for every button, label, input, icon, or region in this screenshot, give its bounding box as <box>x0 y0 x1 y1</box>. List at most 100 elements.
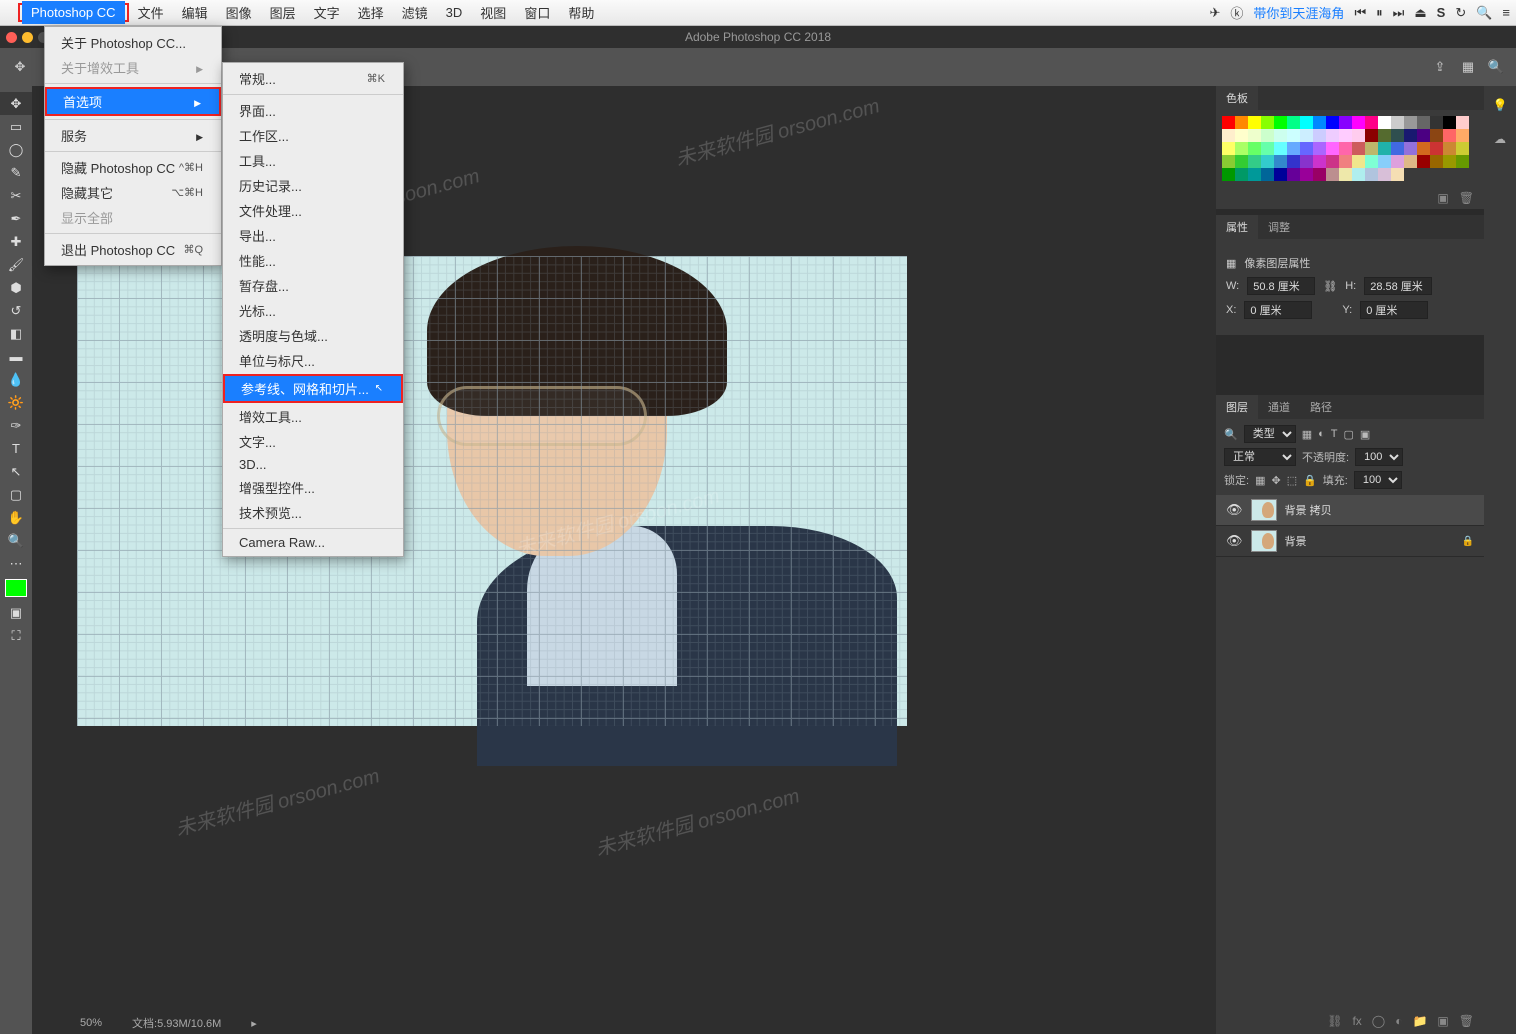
swatch[interactable] <box>1248 168 1261 181</box>
eraser-tool[interactable]: ◧ <box>0 322 32 345</box>
layer-row[interactable]: 👁 背景 🔒 <box>1216 526 1484 557</box>
swatch[interactable] <box>1430 155 1443 168</box>
eject-icon[interactable]: ⏏ <box>1414 5 1426 21</box>
pref-workspace-item[interactable]: 工作区... <box>223 123 403 148</box>
pref-transparency-item[interactable]: 透明度与色域... <box>223 323 403 348</box>
swatch[interactable] <box>1378 129 1391 142</box>
layer-row[interactable]: 👁 背景 拷贝 <box>1216 495 1484 526</box>
pref-performance-item[interactable]: 性能... <box>223 248 403 273</box>
swatch[interactable] <box>1274 116 1287 129</box>
swatch[interactable] <box>1300 116 1313 129</box>
swatch[interactable] <box>1339 116 1352 129</box>
menu-3d[interactable]: 3D <box>437 1 472 24</box>
workspace-icon[interactable]: ▦ <box>1458 57 1478 77</box>
swatch[interactable] <box>1248 129 1261 142</box>
swatches-tab[interactable]: 色板 <box>1216 86 1258 110</box>
swatch[interactable] <box>1222 168 1235 181</box>
swatch[interactable] <box>1365 155 1378 168</box>
swatch[interactable] <box>1404 142 1417 155</box>
swatch[interactable] <box>1313 129 1326 142</box>
swatch[interactable] <box>1391 129 1404 142</box>
swatch[interactable] <box>1222 155 1235 168</box>
pause-icon[interactable]: ⏸ <box>1376 5 1383 21</box>
swatch[interactable] <box>1313 168 1326 181</box>
swatch[interactable] <box>1326 116 1339 129</box>
delete-layer-icon[interactable]: 🗑 <box>1459 1014 1474 1028</box>
swatch[interactable] <box>1274 129 1287 142</box>
menu-filter[interactable]: 滤镜 <box>393 0 437 26</box>
document-canvas[interactable] <box>77 256 907 726</box>
swatch[interactable] <box>1248 116 1261 129</box>
swatch[interactable] <box>1430 129 1443 142</box>
swatch[interactable] <box>1274 168 1287 181</box>
swatch[interactable] <box>1352 155 1365 168</box>
swatch[interactable] <box>1287 155 1300 168</box>
gradient-tool[interactable]: ▬ <box>0 345 32 368</box>
swatch[interactable] <box>1443 142 1456 155</box>
refresh-icon[interactable]: ↻ <box>1455 5 1466 21</box>
layer-thumbnail[interactable] <box>1251 499 1277 521</box>
swatch[interactable] <box>1248 142 1261 155</box>
swatch[interactable] <box>1326 129 1339 142</box>
dodge-tool[interactable]: 🔆 <box>0 391 32 414</box>
pref-guides-grid-item[interactable]: 参考线、网格和切片...↖ <box>225 376 401 401</box>
swatch[interactable] <box>1378 155 1391 168</box>
menu-extras-icon[interactable]: ≡ <box>1502 5 1510 20</box>
adjustments-tab[interactable]: 调整 <box>1258 215 1300 239</box>
swatch[interactable] <box>1274 142 1287 155</box>
menu-help[interactable]: 帮助 <box>559 0 603 26</box>
pref-interface-item[interactable]: 界面... <box>223 98 403 123</box>
width-field[interactable] <box>1247 277 1315 295</box>
pref-cameraraw-item[interactable]: Camera Raw... <box>223 532 403 553</box>
doc-info[interactable]: 文档:5.93M/10.6M <box>132 1015 221 1031</box>
new-layer-icon[interactable]: ▣ <box>1437 1014 1448 1028</box>
pref-enhanced-item[interactable]: 增强型控件... <box>223 475 403 500</box>
new-swatch-icon[interactable]: ▣ <box>1437 191 1448 205</box>
token-icon[interactable]: ⓚ <box>1230 3 1243 22</box>
pref-cursors-item[interactable]: 光标... <box>223 298 403 323</box>
menu-view[interactable]: 视图 <box>471 0 515 26</box>
swatch[interactable] <box>1222 116 1235 129</box>
swatch[interactable] <box>1378 168 1391 181</box>
swatch[interactable] <box>1339 142 1352 155</box>
x-field[interactable] <box>1244 301 1312 319</box>
pref-scratch-item[interactable]: 暂存盘... <box>223 273 403 298</box>
pref-type-item[interactable]: 文字... <box>223 429 403 454</box>
menu-image[interactable]: 图像 <box>217 0 261 26</box>
quick-select-tool[interactable]: ✎ <box>0 161 32 184</box>
lock-pixels-icon[interactable]: ▦ <box>1255 474 1265 487</box>
swatch[interactable] <box>1287 116 1300 129</box>
lasso-tool[interactable]: ◯ <box>0 138 32 161</box>
filter-smart-icon[interactable]: ▣ <box>1360 428 1370 441</box>
swatch[interactable] <box>1352 168 1365 181</box>
visibility-icon[interactable]: 👁 <box>1226 533 1243 549</box>
lock-all-icon[interactable]: 🔒 <box>1303 474 1317 487</box>
swatch[interactable] <box>1417 129 1430 142</box>
search-icon[interactable]: 🔍 <box>1476 5 1492 21</box>
eyedropper-tool[interactable]: ✒ <box>0 207 32 230</box>
crop-tool[interactable]: ✂ <box>0 184 32 207</box>
swatch[interactable] <box>1365 116 1378 129</box>
screenmode-tool[interactable]: ⛶ <box>0 624 32 647</box>
opacity-select[interactable]: 100% <box>1355 448 1403 466</box>
layer-mask-icon[interactable]: ◯ <box>1372 1014 1385 1028</box>
stamp-tool[interactable]: ⬢ <box>0 276 32 299</box>
zoom-level[interactable]: 50% <box>80 1017 102 1029</box>
prev-icon[interactable]: ⏮ <box>1354 5 1366 21</box>
swatch[interactable] <box>1235 155 1248 168</box>
quit-ps-item[interactable]: 退出 Photoshop CC⌘Q <box>45 237 221 262</box>
link-layers-icon[interactable]: ⛓ <box>1327 1014 1342 1028</box>
swatch[interactable] <box>1430 142 1443 155</box>
healing-tool[interactable]: ✚ <box>0 230 32 253</box>
minimize-window-button[interactable] <box>22 32 33 43</box>
pref-tools-item[interactable]: 工具... <box>223 148 403 173</box>
swatch[interactable] <box>1352 116 1365 129</box>
foreground-color[interactable] <box>5 579 27 597</box>
marquee-tool[interactable]: ▭ <box>0 115 32 138</box>
menu-edit[interactable]: 编辑 <box>173 0 217 26</box>
pref-plugins-item[interactable]: 增效工具... <box>223 404 403 429</box>
swatch[interactable] <box>1404 129 1417 142</box>
y-field[interactable] <box>1360 301 1428 319</box>
close-window-button[interactable] <box>6 32 17 43</box>
type-tool[interactable]: T <box>0 437 32 460</box>
